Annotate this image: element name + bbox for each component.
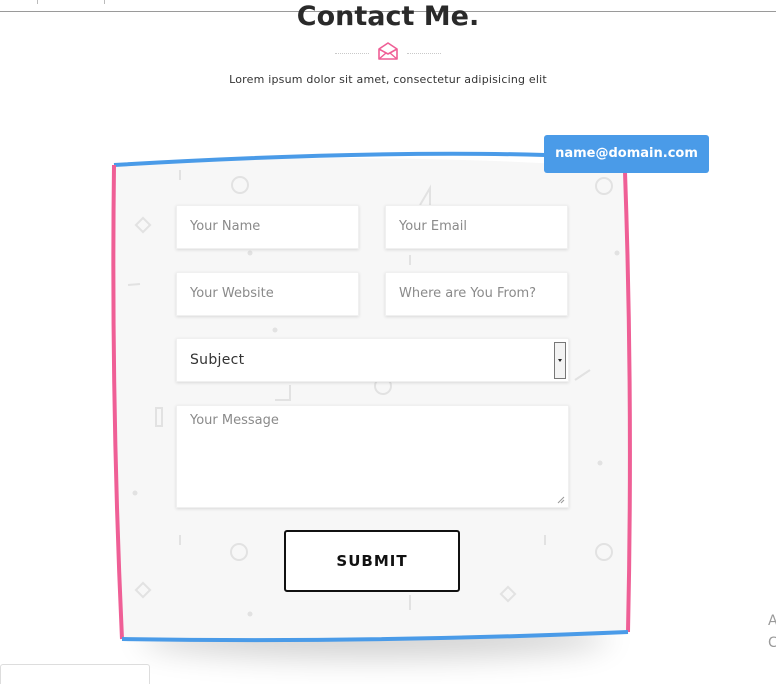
name-input[interactable]: Your Name — [176, 205, 359, 249]
email-placeholder: Your Email — [399, 219, 467, 234]
email-input[interactable]: Your Email — [385, 205, 568, 249]
website-placeholder: Your Website — [190, 286, 274, 301]
side-text-line: A — [768, 613, 776, 629]
location-input[interactable]: Where are You From? — [385, 272, 568, 316]
message-placeholder: Your Message — [190, 413, 279, 428]
bottom-panel — [0, 664, 150, 684]
subject-select[interactable]: Subject — [176, 338, 569, 382]
select-arrow-icon[interactable] — [554, 342, 566, 379]
website-input[interactable]: Your Website — [176, 272, 359, 316]
message-textarea[interactable]: Your Message — [176, 405, 569, 508]
side-text: A C — [768, 610, 776, 654]
email-badge[interactable]: name@domain.com — [544, 135, 709, 173]
name-placeholder: Your Name — [190, 219, 261, 234]
side-text-line: C — [768, 635, 776, 651]
resize-handle-icon[interactable] — [557, 496, 565, 504]
subject-selected-value: Subject — [190, 352, 245, 368]
location-placeholder: Where are You From? — [399, 286, 537, 301]
submit-button[interactable]: SUBMIT — [284, 530, 460, 592]
